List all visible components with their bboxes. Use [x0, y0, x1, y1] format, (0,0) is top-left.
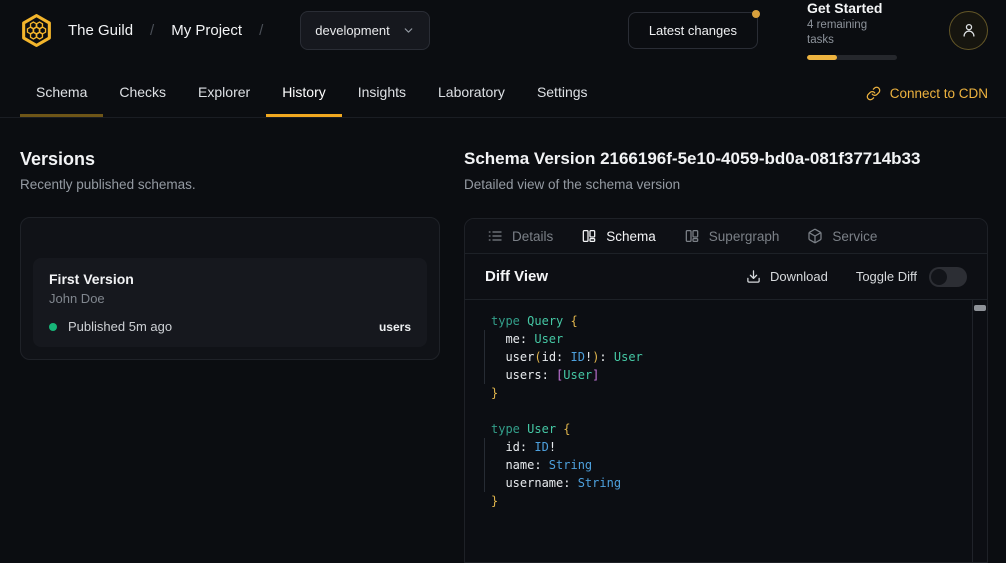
switch-knob [931, 269, 947, 285]
tab-label: Schema [36, 84, 87, 100]
tab-history[interactable]: History [266, 69, 342, 117]
get-started-title: Get Started [807, 0, 897, 17]
tab-label: Settings [537, 84, 588, 100]
user-avatar-button[interactable] [949, 11, 988, 50]
chevron-down-icon [402, 24, 415, 37]
schema-code-viewer[interactable]: type Query { me: User user(id: ID!): Use… [465, 300, 987, 562]
tab-checks[interactable]: Checks [103, 69, 182, 117]
tab-settings[interactable]: Settings [521, 69, 604, 117]
indent-guide [484, 438, 485, 492]
hive-logo-icon[interactable] [18, 12, 55, 49]
breadcrumb-separator: / [150, 22, 154, 39]
service-badge: users [379, 320, 411, 334]
tab-label: Insights [358, 84, 406, 100]
version-detail-subtitle: Detailed view of the schema version [464, 176, 988, 194]
tab-label: Checks [119, 84, 166, 100]
connect-to-cdn-label: Connect to CDN [890, 86, 988, 101]
tab-insights[interactable]: Insights [342, 69, 422, 117]
tab-explorer[interactable]: Explorer [182, 69, 266, 117]
version-detail-title: Schema Version 2166196f-5e10-4059-bd0a-0… [464, 148, 988, 170]
versions-subtitle: Recently published schemas. [20, 176, 440, 194]
breadcrumb-project[interactable]: My Project [171, 22, 242, 39]
version-name: First Version [49, 271, 411, 288]
vertical-scrollbar[interactable] [972, 300, 987, 562]
tab-label: Laboratory [438, 84, 505, 100]
tab-supergraph[interactable]: Supergraph [684, 228, 780, 244]
latest-changes-label: Latest changes [649, 23, 737, 38]
versions-list: First Version John Doe Published 5m ago … [20, 217, 440, 360]
columns-icon [684, 228, 700, 244]
tab-schema[interactable]: Schema [20, 69, 103, 117]
cube-icon [807, 228, 823, 244]
main-content: Versions Recently published schemas. Fir… [0, 118, 1006, 563]
version-list-item[interactable]: First Version John Doe Published 5m ago … [33, 258, 427, 347]
target-selector-dropdown[interactable]: development [300, 11, 429, 50]
top-header: The Guild / My Project / development Lat… [0, 0, 1006, 60]
download-icon [746, 269, 761, 284]
toggle-diff-group: Toggle Diff [856, 267, 967, 287]
schema-view-tabs: Details Schema [465, 219, 987, 254]
get-started-progress-bar [807, 55, 897, 60]
version-detail-panel: Schema Version 2166196f-5e10-4059-bd0a-0… [464, 148, 988, 563]
download-label: Download [770, 269, 828, 284]
primary-nav: Schema Checks Explorer History Insights … [0, 60, 1006, 118]
scrollbar-thumb[interactable] [974, 305, 986, 311]
toggle-diff-label: Toggle Diff [856, 269, 917, 284]
tab-schema-view[interactable]: Schema [581, 228, 656, 244]
code-block: type Query { me: User user(id: ID!): Use… [491, 312, 967, 510]
published-status-dot [49, 323, 57, 331]
download-button[interactable]: Download [746, 269, 828, 284]
tab-label: Schema [606, 229, 656, 244]
tab-label: Details [512, 229, 553, 244]
tab-service[interactable]: Service [807, 228, 877, 244]
indent-guide [484, 330, 485, 384]
toggle-diff-switch[interactable] [929, 267, 967, 287]
get-started-progress-fill [807, 55, 837, 60]
versions-panel: Versions Recently published schemas. Fir… [20, 148, 440, 563]
get-started-widget[interactable]: Get Started 4 remaining tasks [807, 0, 897, 60]
tab-details[interactable]: Details [487, 228, 553, 244]
tab-label: Explorer [198, 84, 250, 100]
published-status-text: Published 5m ago [68, 319, 172, 334]
version-author: John Doe [49, 290, 411, 307]
target-selector-value: development [315, 23, 389, 38]
tab-label: Service [832, 229, 877, 244]
breadcrumb-org[interactable]: The Guild [68, 22, 133, 39]
list-icon [487, 228, 503, 244]
columns-icon [581, 228, 597, 244]
diff-view-title: Diff View [485, 268, 548, 285]
diff-controls: Download Toggle Diff [746, 267, 967, 287]
tab-label: Supergraph [709, 229, 780, 244]
breadcrumb-separator: / [259, 22, 263, 39]
tab-laboratory[interactable]: Laboratory [422, 69, 521, 117]
notification-dot [752, 10, 760, 18]
version-status-row: Published 5m ago users [49, 319, 411, 334]
tab-label: History [282, 84, 326, 100]
schema-view-panel: Details Schema [464, 218, 988, 563]
link-icon [866, 86, 881, 101]
person-icon [960, 21, 978, 39]
diff-toolbar: Diff View Download Toggle D [465, 254, 987, 300]
header-right: Latest changes Get Started 4 remaining t… [628, 0, 988, 60]
get-started-subtitle: 4 remaining tasks [807, 18, 897, 48]
connect-to-cdn-link[interactable]: Connect to CDN [866, 69, 988, 117]
versions-title: Versions [20, 148, 440, 170]
latest-changes-button[interactable]: Latest changes [628, 12, 758, 49]
